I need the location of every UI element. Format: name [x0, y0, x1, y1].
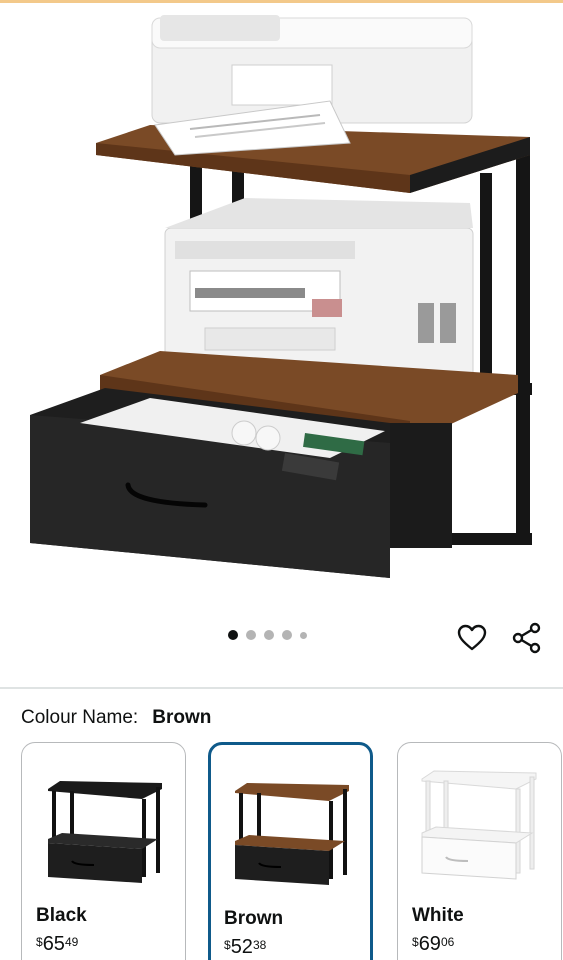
carousel-dot[interactable] [246, 630, 256, 640]
variant-name: White [412, 905, 464, 926]
brown-stand-thumbnail [235, 783, 349, 885]
carousel-dot[interactable] [264, 630, 274, 640]
price-whole: 69 [418, 933, 441, 955]
share-icon[interactable] [511, 622, 543, 654]
printer-stand-illustration [30, 15, 532, 578]
carousel-dot[interactable] [300, 631, 307, 639]
product-image[interactable] [0, 3, 563, 610]
price-fraction: 06 [440, 935, 455, 949]
colour-label: Colour Name: [21, 707, 139, 728]
colour-selector-header: Colour Name: Brown [21, 707, 211, 729]
price-currency: $ [412, 935, 419, 949]
price-whole: 65 [42, 933, 65, 955]
variant-price: $ 69 06 [412, 933, 454, 956]
variant-price: $ 52 38 [224, 936, 266, 959]
black-stand-thumbnail [48, 781, 162, 883]
variant-swatch-brown[interactable]: Brown $ 52 38 [208, 742, 373, 960]
carousel-dot[interactable] [282, 630, 292, 640]
variant-name: Black [36, 905, 87, 926]
variant-price: $ 65 49 [36, 933, 78, 956]
variant-swatch-black[interactable]: Black $ 65 49 [21, 742, 186, 960]
price-fraction: 38 [252, 938, 267, 952]
variant-name: Brown [224, 908, 284, 929]
colour-selected-value: Brown [152, 707, 212, 728]
heart-icon[interactable] [456, 622, 488, 654]
price-fraction: 49 [64, 935, 79, 949]
carousel-dots[interactable] [228, 630, 307, 640]
price-currency: $ [36, 935, 43, 949]
price-currency: $ [224, 938, 231, 952]
carousel-dot[interactable] [228, 630, 238, 640]
section-divider [0, 687, 563, 689]
variant-swatch-white[interactable]: White $ 69 06 [397, 742, 562, 960]
white-stand-thumbnail [421, 770, 537, 880]
price-whole: 52 [230, 936, 253, 958]
